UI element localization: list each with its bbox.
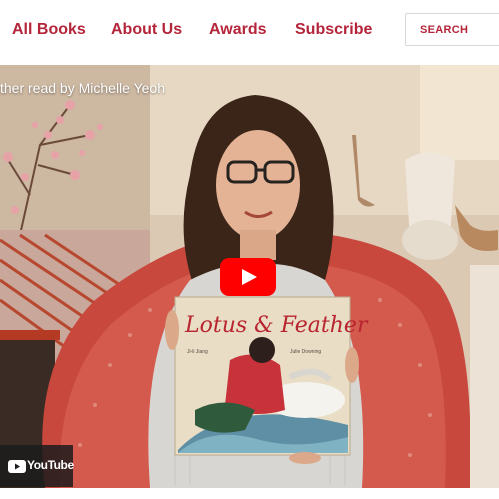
nav-subscribe[interactable]: Subscribe (295, 21, 372, 39)
nav-all-books[interactable]: All Books (12, 21, 86, 39)
book-cover-title: Lotus & Feather (185, 313, 368, 338)
youtube-logo-icon (8, 460, 26, 473)
nav-about-us[interactable]: About Us (111, 21, 182, 39)
video-player[interactable]: Lotus & Feather Ji-li Jiang Julie Downin… (0, 65, 499, 488)
search-input[interactable]: SEARCH (405, 13, 499, 46)
search-placeholder: SEARCH (420, 24, 469, 36)
nav-awards[interactable]: Awards (209, 21, 267, 39)
book-cover-author: Ji-li Jiang (187, 349, 208, 355)
youtube-label: YouTube (27, 458, 74, 472)
play-icon[interactable] (220, 258, 276, 296)
page-content-below (0, 488, 499, 499)
video-title[interactable]: ther read by Michelle Yeoh (0, 80, 165, 96)
top-navigation: All Books About Us Awards Subscribe SEAR… (0, 0, 499, 65)
watch-on-youtube-button[interactable]: YouTube (0, 445, 74, 487)
book-cover-illustrator: Julie Downing (290, 349, 322, 355)
